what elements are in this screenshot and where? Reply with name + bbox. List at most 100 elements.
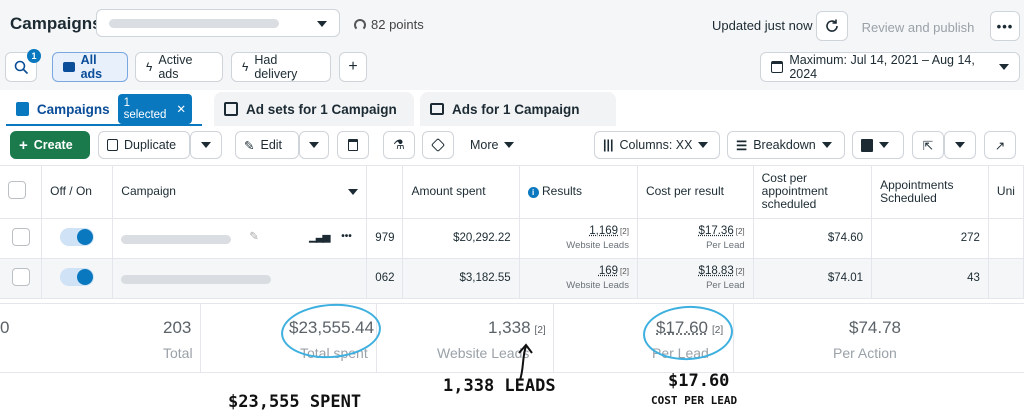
row-select-cell [0, 258, 43, 299]
filter-all-ads[interactable]: All ads [52, 52, 128, 82]
review-publish-button[interactable]: Review and publish [856, 12, 980, 42]
tab-campaigns[interactable]: Campaigns 1 selected ✕ [6, 92, 202, 126]
results-type: Website Leads [566, 240, 629, 251]
chart-view-button[interactable]: ↗ [984, 131, 1016, 159]
close-icon[interactable]: ✕ [176, 102, 186, 116]
edit-menu-button[interactable] [299, 131, 329, 159]
col-cost-per-appointment[interactable]: Cost per appointment scheduled [753, 166, 873, 219]
divider [733, 303, 734, 373]
total-count-label: Total [163, 345, 193, 361]
calendar-icon [771, 61, 784, 73]
amount-spent-cell: $3,182.55 [402, 258, 520, 299]
edit-label: Edit [260, 138, 283, 152]
col-campaign[interactable]: Campaign [112, 166, 368, 219]
cost-per-result-unit: Per Lead [706, 280, 745, 291]
create-button[interactable]: + Create [10, 131, 90, 159]
col-amount-spent[interactable]: Amount spent [402, 166, 520, 219]
uni-cell [988, 218, 1024, 259]
cost-per-appointment-cell: $74.60 [753, 218, 873, 259]
chevron-down-icon [201, 142, 211, 148]
chevron-down-icon [955, 142, 965, 148]
duplicate-button[interactable]: Duplicate [98, 131, 190, 159]
appointments-cell: 272 [871, 218, 989, 259]
table-row[interactable]: 062 $3,182.55 169 [2] Website Leads $18.8… [0, 258, 1024, 299]
export-button[interactable]: ⇱ [912, 131, 944, 159]
refresh-button[interactable] [816, 11, 848, 41]
chevron-down-icon [999, 64, 1009, 70]
export-menu-button[interactable] [944, 131, 976, 159]
filter-had-delivery[interactable]: ϟ Had delivery [231, 52, 331, 82]
more-options-button[interactable]: ••• [990, 11, 1020, 41]
selected-count-pill[interactable]: 1 selected ✕ [117, 94, 192, 124]
add-filter-button[interactable]: + [339, 52, 367, 82]
cost-per-result-value[interactable]: $18.83 [699, 265, 734, 277]
cost-per-result-value[interactable]: $17.36 [699, 225, 734, 237]
test-button[interactable]: ⚗ [383, 131, 415, 159]
bolt-icon: ϟ [146, 60, 153, 74]
tab-ads[interactable]: Ads for 1 Campaign [420, 92, 616, 126]
col-uni[interactable]: Uni [988, 166, 1024, 219]
reports-button[interactable] [852, 131, 904, 159]
more-label: More [470, 138, 499, 152]
row-checkbox[interactable] [11, 227, 30, 246]
columns-button[interactable]: ||| Columns: XX [594, 131, 720, 159]
filter-all-ads-label: All ads [80, 53, 103, 81]
filter-had-delivery-label: Had delivery [254, 53, 298, 81]
filter-active-ads[interactable]: ϟ Active ads [135, 52, 223, 82]
col-truncated [366, 166, 404, 219]
search-badge: 1 [27, 49, 41, 63]
tab-adsets[interactable]: Ad sets for 1 Campaign [214, 92, 414, 126]
page-title: Campaigns [10, 14, 102, 33]
col-cost-per-result[interactable]: Cost per result [637, 166, 754, 219]
col-appointments[interactable]: Appointments Scheduled [871, 166, 989, 219]
tab-campaigns-label: Campaigns [36, 101, 110, 117]
select-all-checkbox[interactable] [8, 181, 26, 200]
plus-icon: + [19, 136, 28, 154]
folder-icon [63, 62, 75, 72]
footnote-mark: [2] [735, 227, 745, 236]
results-cell: 169 [2] Website Leads [519, 258, 638, 299]
campaign-name-cell[interactable]: ✎ ▁▃▅ ••• [112, 218, 368, 259]
campaign-toggle[interactable] [60, 267, 95, 286]
cost-per-action-value: $74.78 [849, 318, 901, 337]
cost-per-result-unit: Per Lead [706, 240, 745, 251]
results-value[interactable]: 1,169 [589, 225, 618, 237]
filter-active-ads-label: Active ads [158, 53, 193, 81]
col-results[interactable]: i Results [519, 166, 638, 219]
breakdown-button[interactable]: ☰ Breakdown [727, 131, 845, 159]
chevron-down-icon [698, 142, 709, 148]
row-checkbox[interactable] [11, 267, 30, 286]
divider [553, 303, 554, 373]
select-all-cell [0, 166, 43, 219]
total-leads-number: 1,338 [488, 318, 531, 337]
more-actions-button[interactable]: More [462, 131, 532, 159]
table-row[interactable]: ✎ ▁▃▅ ••• 979 $20,292.22 1,169 [2] Websit… [0, 218, 1024, 259]
row-more-button[interactable]: ••• [341, 231, 352, 242]
total-count-value: 203 [163, 318, 192, 337]
campaign-table: Off / On Campaign Amount spent i Results… [0, 166, 1024, 299]
pencil-icon[interactable]: ✎ [249, 229, 259, 243]
footnote-mark: [2] [620, 227, 629, 236]
col-offon[interactable]: Off / On [41, 166, 114, 219]
campaign-name-cell[interactable] [112, 258, 368, 299]
col-results-label: Results [542, 184, 583, 199]
annotation-cpl-value: $17.60 [668, 371, 730, 391]
uni-cell [988, 258, 1024, 299]
row-select-cell [0, 218, 43, 259]
edit-button[interactable]: ✎ Edit [235, 131, 299, 159]
col-campaign-label: Campaign [121, 184, 176, 199]
footnote-mark: [2] [735, 267, 745, 276]
duplicate-menu-button[interactable] [190, 131, 222, 159]
duplicate-icon [107, 139, 118, 151]
results-value[interactable]: 169 [599, 265, 618, 277]
account-selector[interactable] [96, 9, 340, 37]
date-range-picker[interactable]: Maximum: Jul 14, 2021 – Aug 14, 2024 [760, 52, 1020, 82]
trash-icon [348, 139, 358, 151]
delete-button[interactable] [337, 131, 369, 159]
campaign-toggle[interactable] [60, 227, 95, 246]
points-indicator[interactable]: 82 points [354, 17, 424, 32]
bar-chart-icon[interactable]: ▁▃▅ [309, 232, 330, 243]
campaign-name-blurred [121, 234, 232, 244]
tag-button[interactable] [422, 131, 454, 159]
create-label: Create [33, 138, 73, 152]
